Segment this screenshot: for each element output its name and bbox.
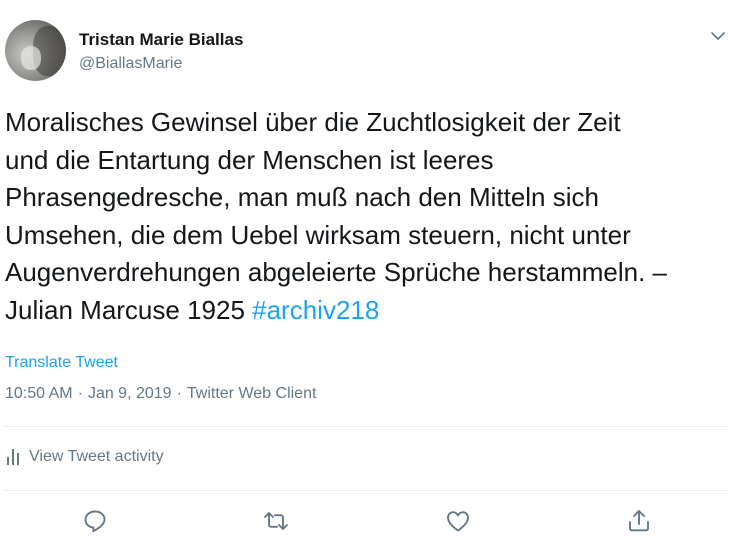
chevron-down-icon[interactable] xyxy=(709,27,727,45)
tweet-body: Moralisches Gewinsel über die Zuchtlosig… xyxy=(5,107,667,325)
tweet-date[interactable]: Jan 9, 2019 xyxy=(88,385,172,402)
divider xyxy=(5,426,729,427)
tweet-text: Moralisches Gewinsel über die Zuchtlosig… xyxy=(5,104,733,329)
meta-separator: · xyxy=(176,385,182,402)
share-icon xyxy=(629,510,649,532)
avatar-highlight xyxy=(21,46,41,70)
tweet-client[interactable]: Twitter Web Client xyxy=(187,385,317,402)
translate-tweet-link[interactable]: Translate Tweet xyxy=(5,354,118,372)
bar-chart-icon xyxy=(7,449,19,465)
like-button[interactable] xyxy=(444,507,472,535)
hashtag-link[interactable]: #archiv218 xyxy=(252,295,379,325)
meta-separator: · xyxy=(77,385,83,402)
avatar[interactable] xyxy=(5,20,66,81)
share-button[interactable] xyxy=(625,507,653,535)
heart-icon xyxy=(447,511,469,532)
activity-label: View Tweet activity xyxy=(29,448,164,465)
retweet-icon xyxy=(264,512,288,530)
author-display-name[interactable]: Tristan Marie Biallas xyxy=(79,30,243,50)
reply-button[interactable] xyxy=(81,507,109,535)
reply-icon xyxy=(84,510,106,533)
tweet-time[interactable]: 10:50 AM xyxy=(5,385,73,402)
author-handle[interactable]: @BiallasMarie xyxy=(79,55,182,73)
view-tweet-activity-link[interactable]: View Tweet activity xyxy=(7,448,164,466)
tweet-actions xyxy=(0,507,739,535)
divider xyxy=(5,490,729,491)
retweet-button[interactable] xyxy=(262,507,290,535)
tweet-meta: 10:50 AM · Jan 9, 2019 · Twitter Web Client xyxy=(5,385,316,403)
